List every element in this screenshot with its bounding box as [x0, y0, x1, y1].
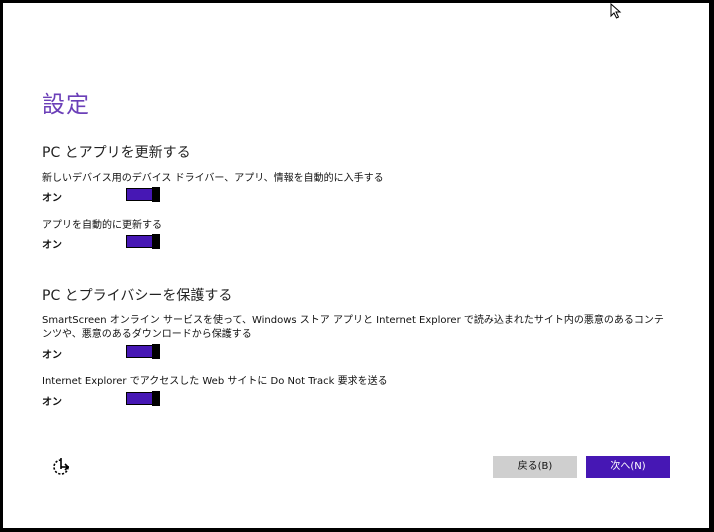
section-title-update: PC とアプリを更新する	[42, 145, 191, 161]
toggle-state-label: オン	[42, 193, 62, 204]
setting-row-driver-update: オン	[42, 187, 182, 204]
app-update-toggle[interactable]	[126, 234, 160, 249]
setting-description-smartscreen: SmartScreen オンライン サービスを使って、Windows ストア ア…	[42, 315, 664, 340]
smartscreen-toggle[interactable]	[126, 344, 160, 359]
toggle-thumb	[152, 344, 160, 359]
toggle-state-label: オン	[42, 350, 62, 361]
section-title-privacy: PC とプライバシーを保護する	[42, 288, 233, 304]
setting-description-app-update: アプリを自動的に更新する	[42, 220, 162, 231]
setting-description-driver-update: 新しいデバイス用のデバイス ドライバー、アプリ、情報を自動的に入手する	[42, 173, 384, 184]
mouse-cursor-icon	[610, 3, 622, 19]
toggle-track	[126, 235, 153, 248]
driver-update-toggle[interactable]	[126, 187, 160, 202]
toggle-thumb	[152, 391, 160, 406]
page-title: 設定	[42, 92, 90, 118]
toggle-track	[126, 188, 153, 201]
toggle-state-label: オン	[42, 240, 62, 251]
do-not-track-toggle[interactable]	[126, 391, 160, 406]
toggle-track	[126, 392, 153, 405]
setting-row-do-not-track: オン	[42, 391, 182, 408]
ease-of-access-icon[interactable]	[51, 457, 71, 477]
toggle-thumb	[152, 234, 160, 249]
setting-row-smartscreen: オン	[42, 344, 182, 361]
setting-row-app-update: オン	[42, 234, 182, 251]
next-button[interactable]: 次へ(N)	[586, 456, 670, 478]
toggle-state-label: オン	[42, 397, 62, 408]
setup-window: 設定 PC とアプリを更新する 新しいデバイス用のデバイス ドライバー、アプリ、…	[3, 3, 709, 528]
back-button[interactable]: 戻る(B)	[493, 456, 577, 478]
setting-description-do-not-track: Internet Explorer でアクセスした Web サイトに Do No…	[42, 376, 388, 387]
toggle-thumb	[152, 187, 160, 202]
toggle-track	[126, 345, 153, 358]
